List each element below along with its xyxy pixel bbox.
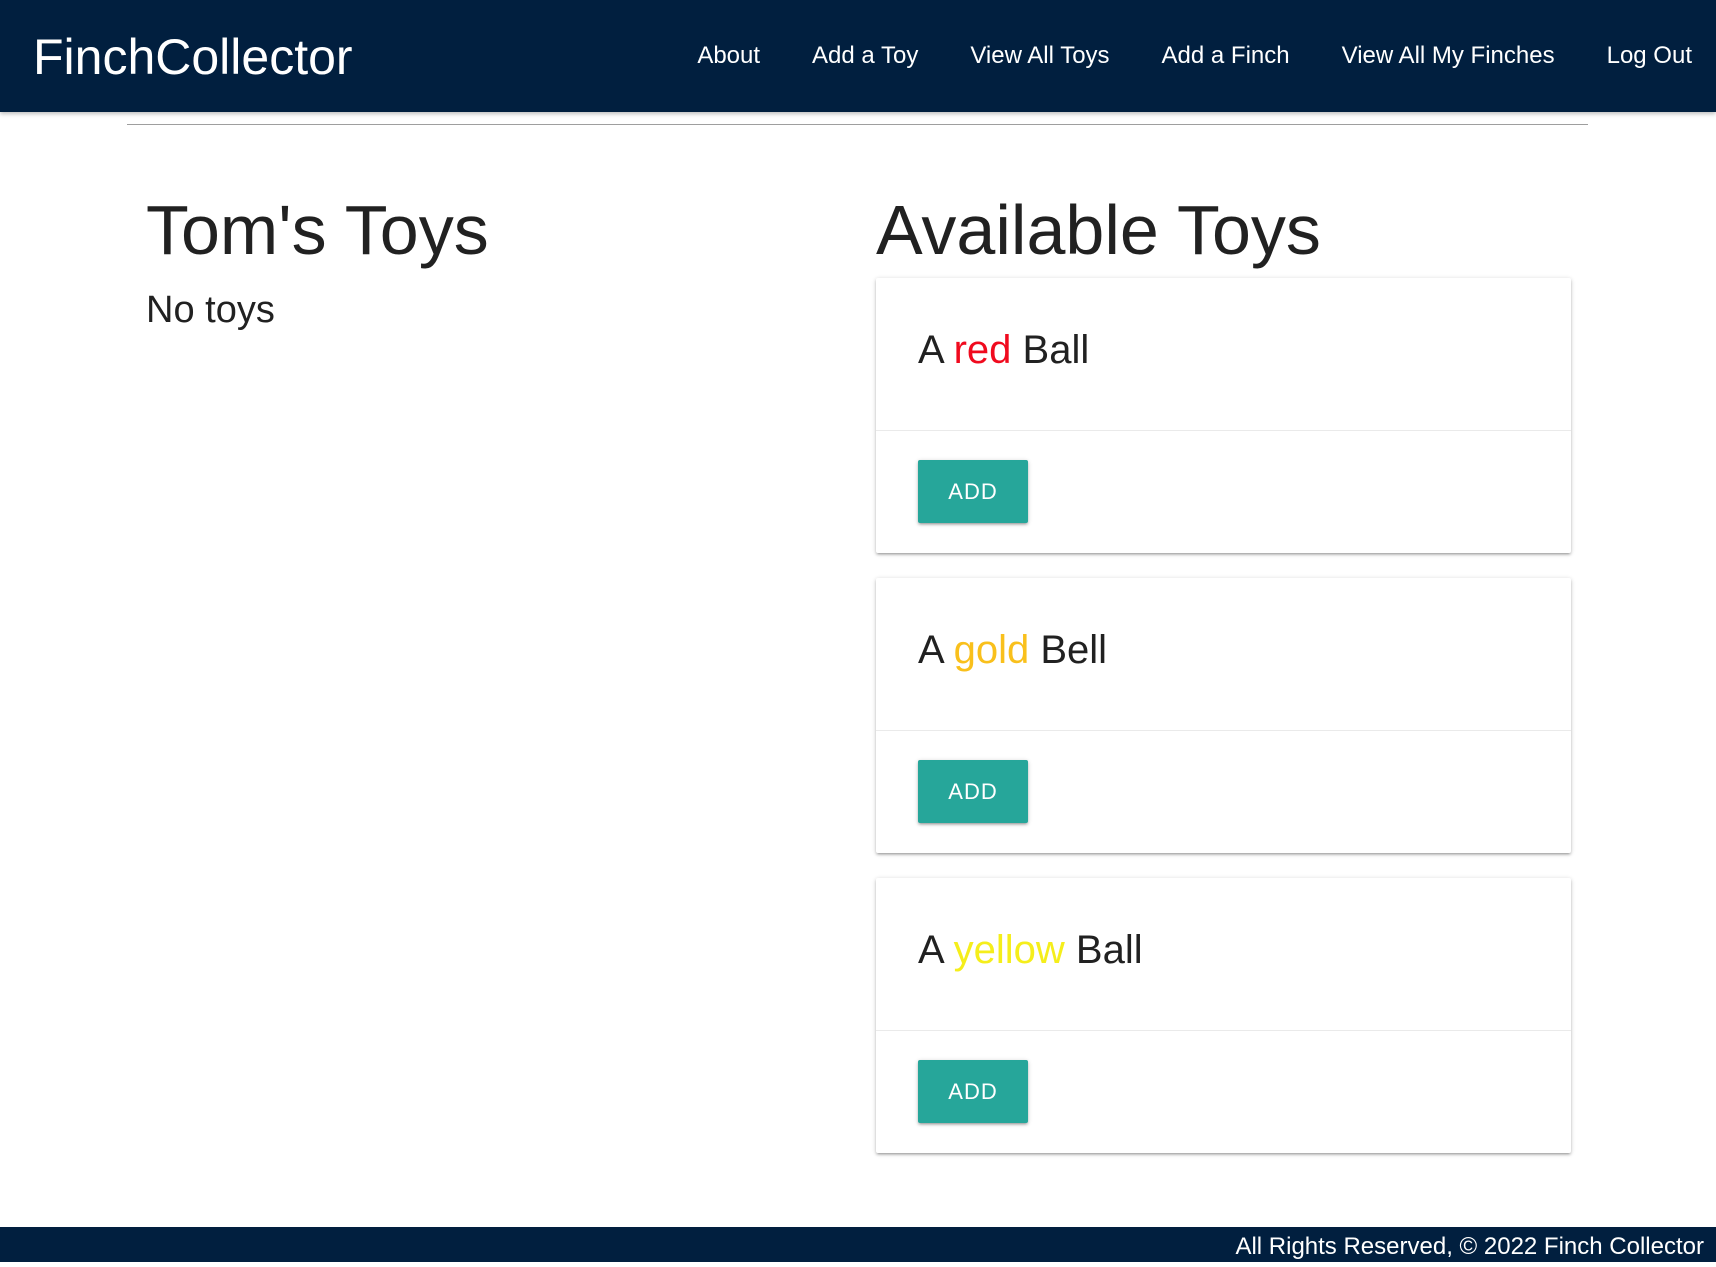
toy-prefix: A [918,328,943,372]
nav-item-view-all-finches: View All My Finches [1316,0,1581,112]
toy-prefix: A [918,928,943,972]
toy-card-content: A yellow Ball [876,878,1571,1031]
toy-card-title: A yellow Ball [918,878,1529,974]
toy-color-word: yellow [953,928,1065,972]
nav-item-add-toy: Add a Toy [786,0,944,112]
add-toy-button[interactable]: ADD [918,760,1028,823]
toy-card-content: A gold Bell [876,578,1571,731]
toy-card-list: A red Ball ADD A gold Bell ADD A yellow … [876,278,1571,1153]
toy-name: Ball [1022,328,1090,372]
add-toy-button[interactable]: ADD [918,1060,1028,1123]
finch-toys-title: Tom's Toys [146,191,489,269]
available-toys-title: Available Toys [876,191,1321,269]
toy-prefix: A [918,628,943,672]
no-toys-message: No toys [146,289,275,331]
nav-item-view-all-toys: View All Toys [944,0,1135,112]
add-toy-button[interactable]: ADD [918,460,1028,523]
section-divider [127,124,1588,125]
nav-menu: About Add a Toy View All Toys Add a Finc… [671,0,1692,112]
top-navbar: FinchCollector About Add a Toy View All … [0,0,1716,112]
available-toys-section: Available Toys A red Ball ADD A gold Bel… [876,182,1571,1178]
nav-link-add-toy[interactable]: Add a Toy [786,0,944,112]
toy-name: Bell [1040,628,1108,672]
toy-card: A gold Bell ADD [876,578,1571,853]
nav-item-about: About [671,0,786,112]
nav-link-view-all-toys[interactable]: View All Toys [944,0,1135,112]
nav-item-add-finch: Add a Finch [1136,0,1316,112]
nav-item-log-out: Log Out [1581,0,1692,112]
toy-card-action: ADD [876,731,1571,823]
footer-copyright: All Rights Reserved, © 2022 Finch Collec… [1235,1233,1704,1260]
brand-logo[interactable]: FinchCollector [33,28,353,86]
nav-link-about[interactable]: About [671,0,786,112]
toy-color-word: gold [953,628,1030,672]
toy-color-word: red [953,328,1012,372]
nav-link-add-finch[interactable]: Add a Finch [1136,0,1316,112]
toy-card: A red Ball ADD [876,278,1571,553]
page-footer: All Rights Reserved, © 2022 Finch Collec… [0,1227,1716,1262]
nav-link-log-out[interactable]: Log Out [1581,0,1692,112]
toy-card-action: ADD [876,431,1571,523]
toy-card-title: A red Ball [918,278,1529,374]
nav-link-view-all-finches[interactable]: View All My Finches [1316,0,1581,112]
toy-card-title: A gold Bell [918,578,1529,674]
toy-card-content: A red Ball [876,278,1571,431]
finch-toys-section: Tom's Toys No toys [146,182,746,332]
toy-card-action: ADD [876,1031,1571,1123]
toy-card: A yellow Ball ADD [876,878,1571,1153]
toy-name: Ball [1075,928,1143,972]
